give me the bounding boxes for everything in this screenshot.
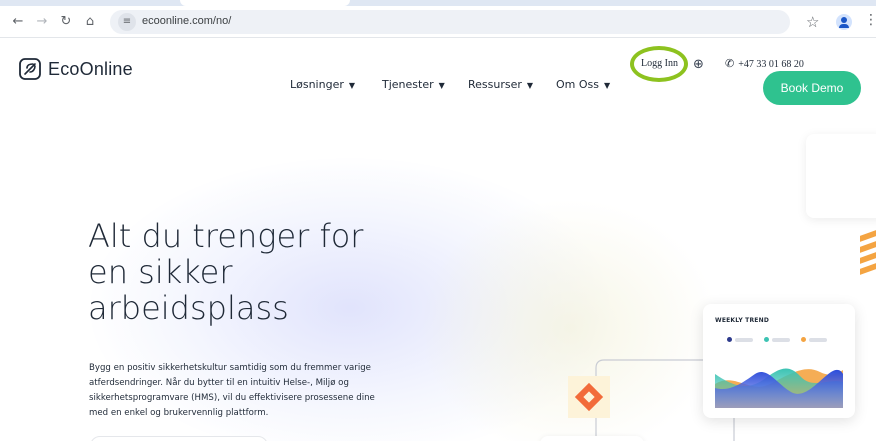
site-logo[interactable]: EcoOnline [18, 56, 133, 82]
phone-icon: ✆ [725, 58, 735, 70]
kebab-menu-icon[interactable]: ⋮ [864, 12, 876, 28]
legend-item [801, 337, 831, 343]
hero-text-line: med en enkel og brukervennlig plattform. [89, 408, 269, 418]
address-bar[interactable]: ≡ ecoonline.com/no/ [110, 10, 790, 34]
legend-item [764, 337, 794, 343]
nav-item-om-oss[interactable]: Om Oss ▼ [556, 78, 610, 91]
arrow-right-icon[interactable]: → [34, 14, 50, 30]
decorative-card [806, 134, 876, 218]
home-icon[interactable]: ⌂ [82, 14, 98, 30]
browser-toolbar: ← → ↻ ⌂ ≡ ecoonline.com/no/ ☆ ⋮ [0, 0, 876, 38]
hero-title-line: en sikker [88, 253, 233, 291]
nav-label: Om Oss [556, 78, 599, 91]
profile-avatar-icon[interactable] [836, 14, 852, 30]
phone-link[interactable]: ✆ +47 33 01 68 20 [725, 57, 804, 70]
active-tab[interactable] [180, 0, 350, 6]
trend-title: WEEKLY TREND [715, 317, 770, 324]
hero-cta-button[interactable] [90, 436, 268, 441]
hero-title-line: arbeidsplass [88, 289, 289, 327]
logo-text: EcoOnline [48, 58, 133, 79]
diamond-icon [568, 376, 610, 418]
nav-label: Ressurser [468, 78, 522, 91]
star-icon[interactable]: ☆ [806, 13, 819, 31]
nav-item-ressurser[interactable]: Ressurser ▼ [468, 78, 533, 91]
trend-legend [727, 337, 847, 345]
trend-area-chart [715, 368, 843, 408]
decorative-card-bottom [540, 436, 644, 441]
nav-item-tjenester[interactable]: Tjenester ▼ [382, 78, 445, 91]
hero-description: Bygg en positiv sikkerhetskultur samtidi… [89, 361, 434, 421]
arrow-left-icon[interactable]: ← [10, 14, 26, 30]
chevron-down-icon: ▼ [526, 81, 534, 90]
chevron-down-icon: ▼ [604, 81, 611, 90]
hero-text-line: sikkerhetsprogramvare (HMS), vil du effe… [89, 393, 375, 403]
hero-text-line: Bygg en positiv sikkerhetskultur samtidi… [89, 363, 371, 373]
decorative-stripes [860, 230, 876, 285]
nav-label: Tjenester [382, 78, 434, 91]
hero-title-line: Alt du trenger for [88, 217, 364, 255]
hero-text-line: atferdsendringer. Når du bytter til en i… [89, 378, 349, 388]
nav-label: Løsninger [290, 78, 344, 91]
tab-strip [0, 0, 876, 6]
nav-item-losninger[interactable]: Løsninger ▼ [290, 78, 355, 91]
ecoonline-logo-icon [19, 58, 41, 80]
highlight-circle [630, 46, 688, 82]
chevron-down-icon: ▼ [348, 81, 356, 90]
site-info-icon[interactable]: ≡ [118, 13, 136, 31]
reload-icon[interactable]: ↻ [58, 14, 74, 30]
book-demo-button[interactable]: Book Demo [763, 71, 861, 105]
weekly-trend-card: WEEKLY TREND [703, 304, 855, 418]
legend-item [727, 337, 757, 343]
web-page: EcoOnline Løsninger ▼ Tjenester ▼ Ressurse… [0, 38, 876, 441]
chevron-down-icon: ▼ [438, 81, 445, 90]
hero-title: Alt du trenger for en sikker arbeidsplas… [88, 218, 363, 326]
phone-number: +47 33 01 68 20 [738, 59, 804, 70]
globe-icon[interactable]: ⊕ [693, 57, 704, 72]
url-text: ecoonline.com/no/ [142, 15, 232, 27]
